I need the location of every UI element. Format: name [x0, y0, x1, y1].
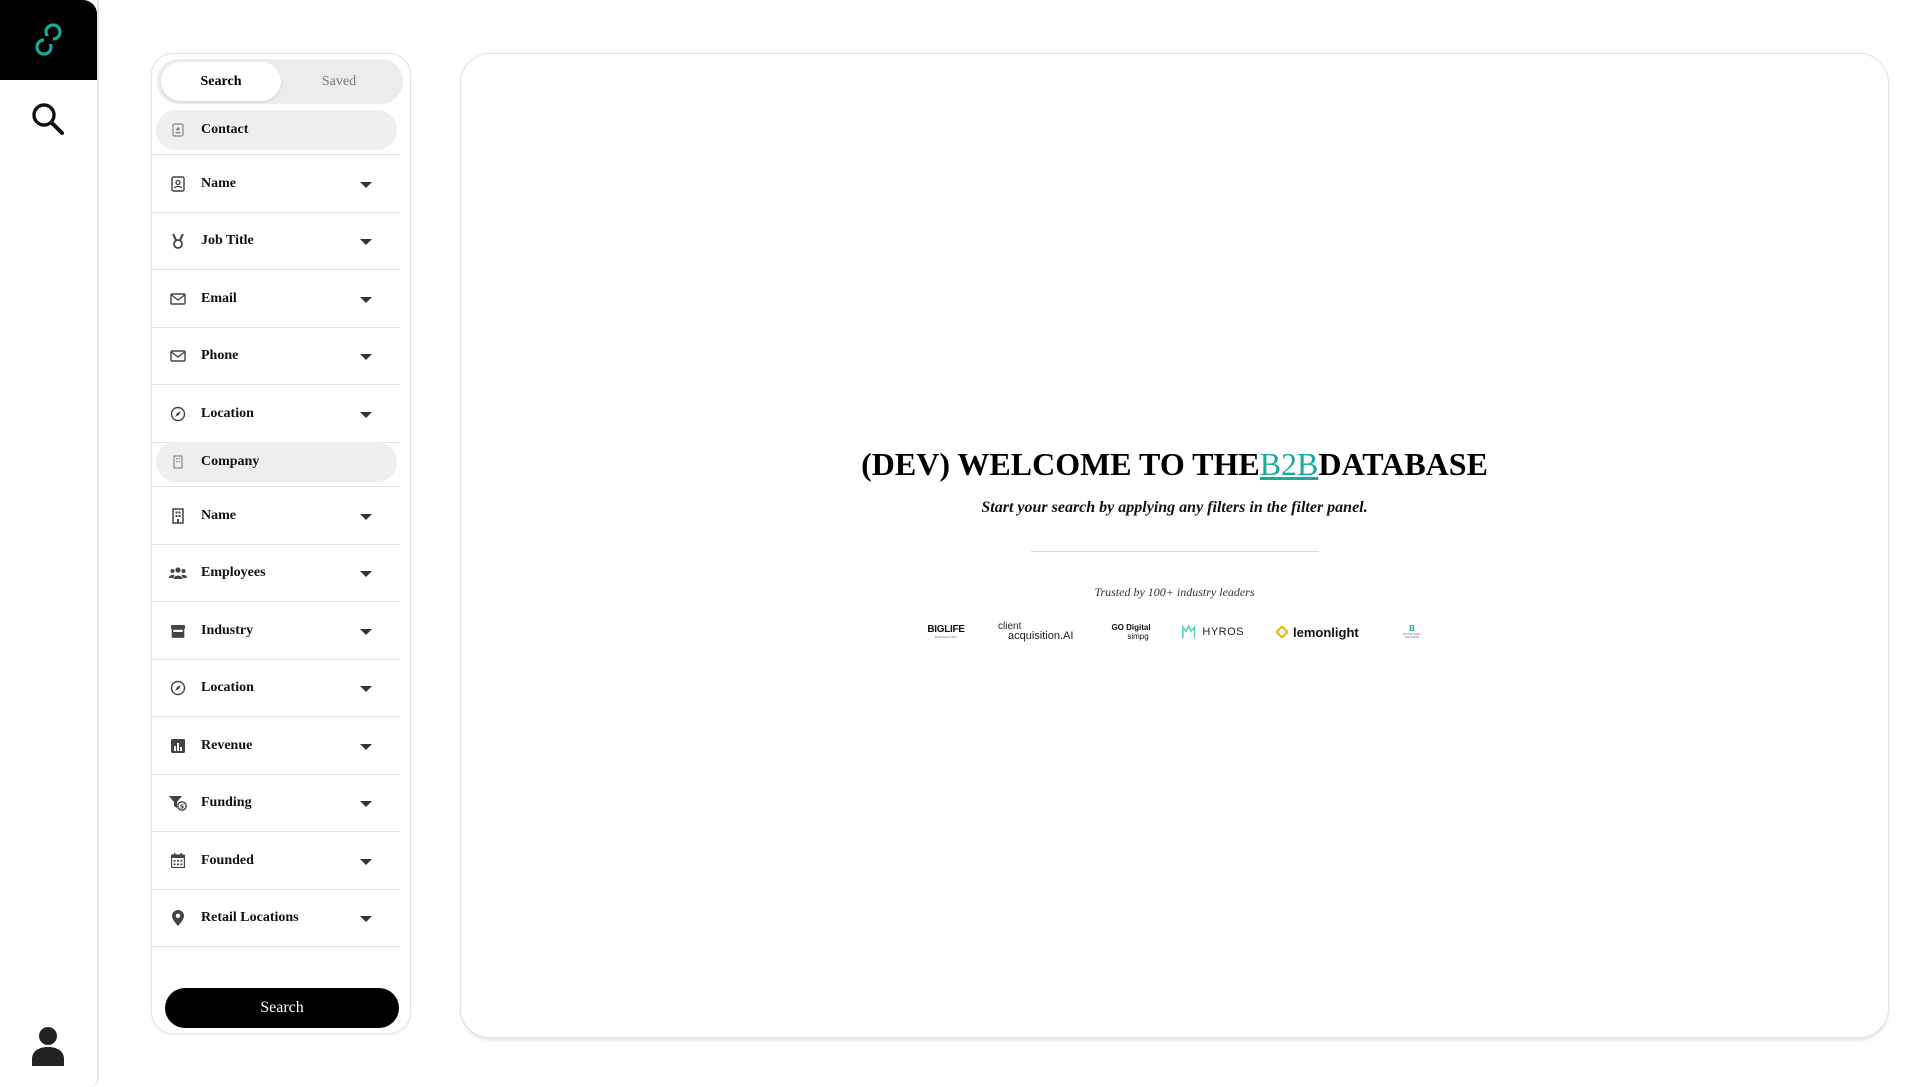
logo-boyne-legal: B BOYNE LEGAL SOLUTIONS	[1397, 621, 1427, 643]
filter-label: Name	[201, 175, 236, 191]
filter-company-location[interactable]: Location	[152, 659, 400, 717]
logo-hyros-text: HYROS	[1202, 626, 1244, 638]
welcome-subtitle: Start your search by applying any filter…	[981, 499, 1368, 516]
chevron-down-icon[interactable]	[360, 685, 372, 692]
chevron-down-icon[interactable]	[360, 800, 372, 807]
section-company: Company	[156, 442, 397, 482]
filter-contact-name[interactable]: Name	[152, 155, 400, 213]
chevron-down-icon[interactable]	[360, 513, 372, 520]
main-content: (DEV) WELCOME TO THEB2BDATABASE Start yo…	[460, 53, 1889, 1038]
logo-acquisition-text: acquisition.AI	[1008, 630, 1074, 642]
medal-icon	[169, 232, 187, 250]
hyros-mark-icon	[1182, 624, 1196, 638]
filter-contact-location[interactable]: Location	[152, 385, 400, 443]
filter-employees[interactable]: Employees	[152, 544, 400, 602]
envelope-icon	[169, 290, 187, 308]
app-logo[interactable]	[0, 0, 97, 80]
logo-lemonlight: lemonlight	[1276, 621, 1366, 643]
tab-search[interactable]: Search	[161, 62, 281, 101]
chevron-down-icon[interactable]	[360, 353, 372, 360]
chevron-down-icon[interactable]	[360, 296, 372, 303]
lemonlight-diamond-icon	[1276, 626, 1288, 638]
section-contact-label: Contact	[201, 122, 249, 137]
filter-label: Name	[201, 507, 236, 523]
contact-card-icon	[169, 175, 187, 193]
chevron-down-icon[interactable]	[360, 628, 372, 635]
compass-icon	[169, 405, 187, 423]
logo-boyne-text: BOYNE LEGAL SOLUTIONS	[1403, 633, 1421, 639]
divider	[1031, 551, 1319, 552]
svg-text:$: $	[180, 802, 185, 810]
filter-panel: Search Saved Contact Name Job Title Emai…	[151, 53, 411, 1034]
partner-logos: BIGLIFE MARKETING client acquisition.AI …	[926, 621, 1426, 643]
logo-hyros: HYROS	[1182, 621, 1244, 643]
filter-label: Job Title	[201, 232, 254, 248]
bar-chart-icon	[169, 737, 187, 755]
people-icon	[169, 564, 187, 582]
compass-icon	[169, 679, 187, 697]
welcome-suffix: DATABASE	[1318, 446, 1488, 482]
filter-retail-locations[interactable]: Retail Locations	[152, 889, 400, 947]
filter-label: Funding	[201, 794, 252, 810]
user-icon[interactable]	[30, 1026, 66, 1066]
chevron-down-icon[interactable]	[360, 743, 372, 750]
envelope-icon	[169, 347, 187, 365]
trusted-text: Trusted by 100+ industry leaders	[1094, 585, 1255, 599]
welcome-prefix: (DEV) WELCOME TO THE	[861, 446, 1260, 482]
chevron-down-icon[interactable]	[360, 858, 372, 865]
tab-saved[interactable]: Saved	[279, 62, 399, 101]
logo-biglife-text: BIGLIFE	[927, 624, 965, 635]
filter-phone[interactable]: Phone	[152, 327, 400, 385]
welcome-accent-link[interactable]: B2B	[1260, 446, 1319, 482]
contact-section-icon	[172, 123, 184, 137]
logo-go-digital-sub: simpg	[1127, 632, 1149, 641]
filter-label: Industry	[201, 622, 254, 638]
section-contact: Contact	[156, 110, 397, 150]
filter-label: Employees	[201, 564, 266, 580]
logo-biglife: BIGLIFE MARKETING	[926, 621, 966, 643]
search-icon[interactable]	[30, 101, 66, 137]
filter-label: Revenue	[201, 737, 253, 753]
chevron-down-icon[interactable]	[360, 570, 372, 577]
funnel-dollar-icon: $	[169, 794, 187, 812]
chevron-down-icon[interactable]	[360, 181, 372, 188]
filter-label: Location	[201, 679, 254, 695]
filter-job-title[interactable]: Job Title	[152, 212, 400, 270]
logo-biglife-sub: MARKETING	[934, 635, 958, 639]
nav-rail	[0, 0, 99, 1087]
map-pin-icon	[169, 909, 187, 927]
link-loop-logo-icon	[34, 23, 62, 56]
building-section-icon	[172, 455, 184, 469]
filter-revenue[interactable]: Revenue	[152, 717, 400, 775]
filter-label: Email	[201, 290, 237, 306]
filter-industry[interactable]: Industry	[152, 602, 400, 660]
filter-label: Retail Locations	[201, 909, 299, 925]
filter-tabs: Search Saved	[157, 59, 403, 104]
store-icon	[169, 622, 187, 640]
filter-funding[interactable]: $ Funding	[152, 774, 400, 832]
filter-label: Location	[201, 405, 254, 421]
filter-founded[interactable]: Founded	[152, 832, 400, 890]
filter-label: Founded	[201, 852, 254, 868]
section-company-label: Company	[201, 454, 260, 469]
logo-lemonlight-text: lemonlight	[1293, 624, 1359, 640]
chevron-down-icon[interactable]	[360, 238, 372, 245]
search-button[interactable]: Search	[165, 988, 399, 1028]
logo-go-digital: GO Digital simpg	[1109, 621, 1153, 643]
filter-email[interactable]: Email	[152, 270, 400, 328]
filter-label: Phone	[201, 347, 239, 363]
calendar-icon	[169, 852, 187, 870]
welcome-heading: (DEV) WELCOME TO THEB2BDATABASE	[461, 446, 1888, 483]
logo-go-digital-text: GO Digital	[1111, 623, 1151, 632]
filter-company-name[interactable]: Name	[152, 487, 400, 545]
chevron-down-icon[interactable]	[360, 915, 372, 922]
logo-client-acquisition: client acquisition.AI	[998, 621, 1088, 643]
logo-boyne-mark: B	[1409, 624, 1415, 633]
building-icon	[169, 507, 187, 525]
chevron-down-icon[interactable]	[360, 411, 372, 418]
